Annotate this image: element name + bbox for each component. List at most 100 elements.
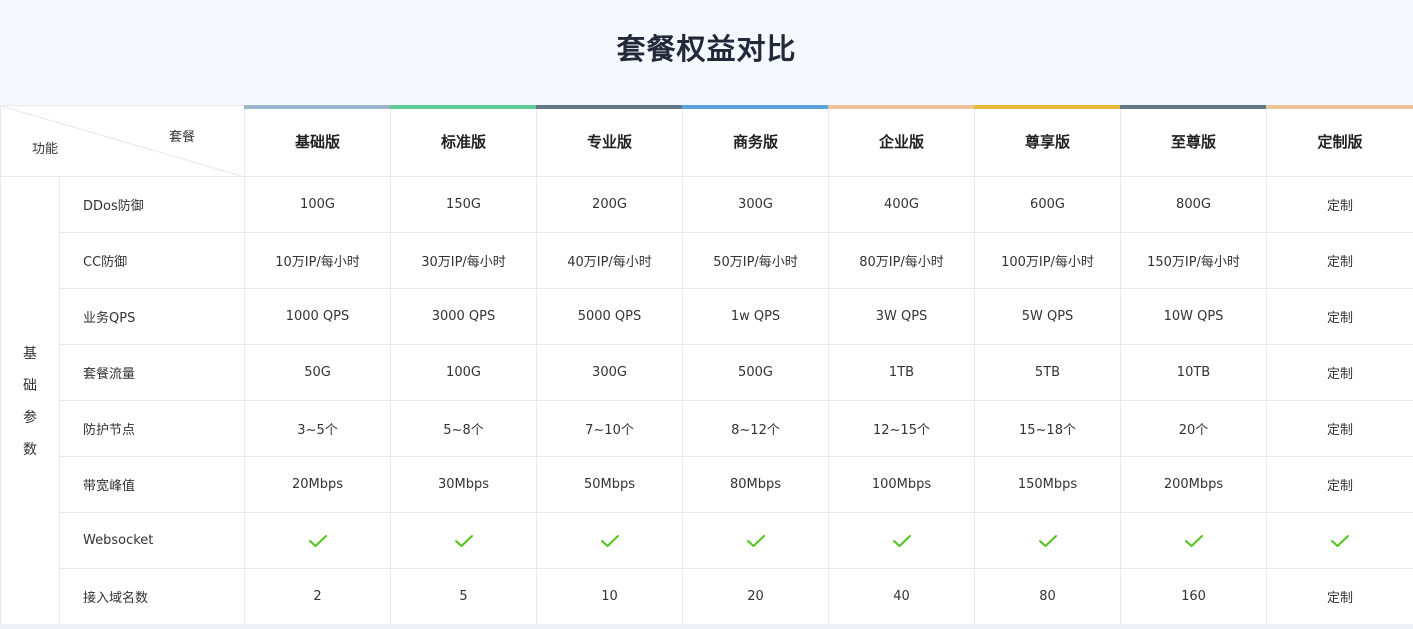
plan-value: 30Mbps: [390, 456, 537, 513]
plan-value: 10W QPS: [1120, 288, 1267, 345]
plan-color-bar: [974, 105, 1121, 109]
plan-color-bar: [682, 105, 829, 109]
plan-value: 500G: [682, 344, 829, 401]
plan-header-2: 标准版: [390, 105, 537, 177]
table-row: 业务QPS 1000 QPS 3000 QPS 5000 QPS 1w QPS 3W QP…: [1, 288, 1413, 345]
plan-value: 300G: [536, 344, 683, 401]
table-corner-cell: 套餐 功能: [0, 105, 245, 177]
plan-header-3: 专业版: [536, 105, 683, 177]
row-group-cell: 基础参数: [0, 176, 60, 625]
plan-color-bar: [828, 105, 975, 109]
plan-value: 10万IP/每小时: [244, 232, 391, 289]
plan-value: 3~5个: [244, 400, 391, 457]
plan-value: 8~12个: [682, 400, 829, 457]
feature-name: CC防御: [59, 232, 245, 289]
check-icon: [600, 534, 619, 547]
check-icon: [1038, 534, 1057, 547]
plan-value: 100Mbps: [828, 456, 975, 513]
plan-header-6: 尊享版: [974, 105, 1121, 177]
plan-value: 300G: [682, 176, 829, 233]
plan-header-8: 定制版: [1266, 105, 1413, 177]
plan-name: 基础版: [294, 132, 340, 151]
plan-value: 定制: [1266, 344, 1413, 401]
plan-value: 3W QPS: [828, 288, 975, 345]
plan-value: 20Mbps: [244, 456, 391, 513]
plan-value: 50Mbps: [536, 456, 683, 513]
plan-value: 10: [536, 568, 683, 625]
table-row: 套餐流量 50G 100G 300G 500G 1TB 5TB 10TB 定制: [1, 344, 1413, 401]
table-row: 接入域名数 2 5 10 20 40 80 160 定制: [1, 568, 1413, 625]
plan-value: 12~15个: [828, 400, 975, 457]
plan-value: 定制: [1266, 288, 1413, 345]
plan-value: 800G: [1120, 176, 1267, 233]
feature-name: 套餐流量: [59, 344, 245, 401]
check-icon: [308, 534, 327, 547]
plan-value: 100万IP/每小时: [974, 232, 1121, 289]
plan-value: 5: [390, 568, 537, 625]
plan-value: 80万IP/每小时: [828, 232, 975, 289]
plan-name: 商务版: [732, 132, 778, 151]
feature-check-cell: [390, 512, 537, 569]
table-row: 带宽峰值 20Mbps 30Mbps 50Mbps 80Mbps 100Mbps 150Mb…: [1, 456, 1413, 513]
plan-value: 600G: [974, 176, 1121, 233]
group-label-char: 参: [23, 409, 37, 426]
page-header: 套餐权益对比: [0, 0, 1413, 105]
feature-check-cell: [1266, 512, 1413, 569]
group-label-char: 础: [23, 377, 37, 394]
plan-value: 3000 QPS: [390, 288, 537, 345]
table-header-row: 套餐 功能 基础版 标准版 专业版 商务版 企业版 尊享版 至尊版 定制版: [0, 105, 1413, 177]
feature-check-cell: [536, 512, 683, 569]
plan-value: 15~18个: [974, 400, 1121, 457]
group-label-char: 基: [23, 345, 37, 362]
plan-color-bar: [1120, 105, 1267, 109]
table-row: CC防御 10万IP/每小时 30万IP/每小时 40万IP/每小时 50万IP/每小时…: [1, 232, 1413, 289]
plan-value: 定制: [1266, 568, 1413, 625]
plan-color-bar: [390, 105, 537, 109]
footer-strip: [0, 624, 1413, 629]
feature-check-cell: [828, 512, 975, 569]
table-body: 基础参数 DDos防御 100G 150G 200G 300G 400G 600G 800G 定制…: [0, 176, 1413, 625]
plan-color-bar: [1266, 105, 1413, 109]
table-row: 基础参数 DDos防御 100G 150G 200G 300G 400G 600G 800G 定制: [0, 176, 1413, 625]
feature-name: 接入域名数: [59, 568, 245, 625]
plan-value: 100G: [390, 344, 537, 401]
plan-value: 30万IP/每小时: [390, 232, 537, 289]
plan-value: 150万IP/每小时: [1120, 232, 1267, 289]
plan-value: 定制: [1266, 456, 1413, 513]
plan-value: 150G: [390, 176, 537, 233]
plan-value: 50G: [244, 344, 391, 401]
plan-value: 50万IP/每小时: [682, 232, 829, 289]
plan-value: 5~8个: [390, 400, 537, 457]
plan-value: 20个: [1120, 400, 1267, 457]
plan-name: 尊享版: [1024, 132, 1070, 151]
plan-value: 定制: [1266, 400, 1413, 457]
plan-value: 1TB: [828, 344, 975, 401]
plan-value: 100G: [244, 176, 391, 233]
plan-value: 80: [974, 568, 1121, 625]
plan-name: 标准版: [440, 132, 486, 151]
feature-check-cell: [1120, 512, 1267, 569]
feature-check-cell: [244, 512, 391, 569]
plan-value: 200G: [536, 176, 683, 233]
plan-name: 企业版: [878, 132, 924, 151]
plan-header-7: 至尊版: [1120, 105, 1267, 177]
plan-header-4: 商务版: [682, 105, 829, 177]
plan-comparison-table: 套餐 功能 基础版 标准版 专业版 商务版 企业版 尊享版 至尊版 定制版 基础参数 DDos防…: [0, 105, 1413, 625]
plan-value: 2: [244, 568, 391, 625]
plan-value: 20: [682, 568, 829, 625]
comparison-table-wrapper: 套餐 功能 基础版 标准版 专业版 商务版 企业版 尊享版 至尊版 定制版 基础参数 DDos防…: [0, 105, 1413, 625]
plan-value: 5TB: [974, 344, 1121, 401]
plan-value: 150Mbps: [974, 456, 1121, 513]
plan-value: 定制: [1266, 176, 1413, 233]
feature-check-cell: [682, 512, 829, 569]
plan-value: 400G: [828, 176, 975, 233]
plan-value: 7~10个: [536, 400, 683, 457]
plan-header-5: 企业版: [828, 105, 975, 177]
plan-value: 定制: [1266, 232, 1413, 289]
plan-value: 160: [1120, 568, 1267, 625]
check-icon: [454, 534, 473, 547]
table-row: Websocket: [1, 512, 1413, 569]
corner-feature-label: 功能: [32, 142, 59, 157]
check-icon: [746, 534, 765, 547]
group-label-char: 数: [23, 441, 37, 458]
